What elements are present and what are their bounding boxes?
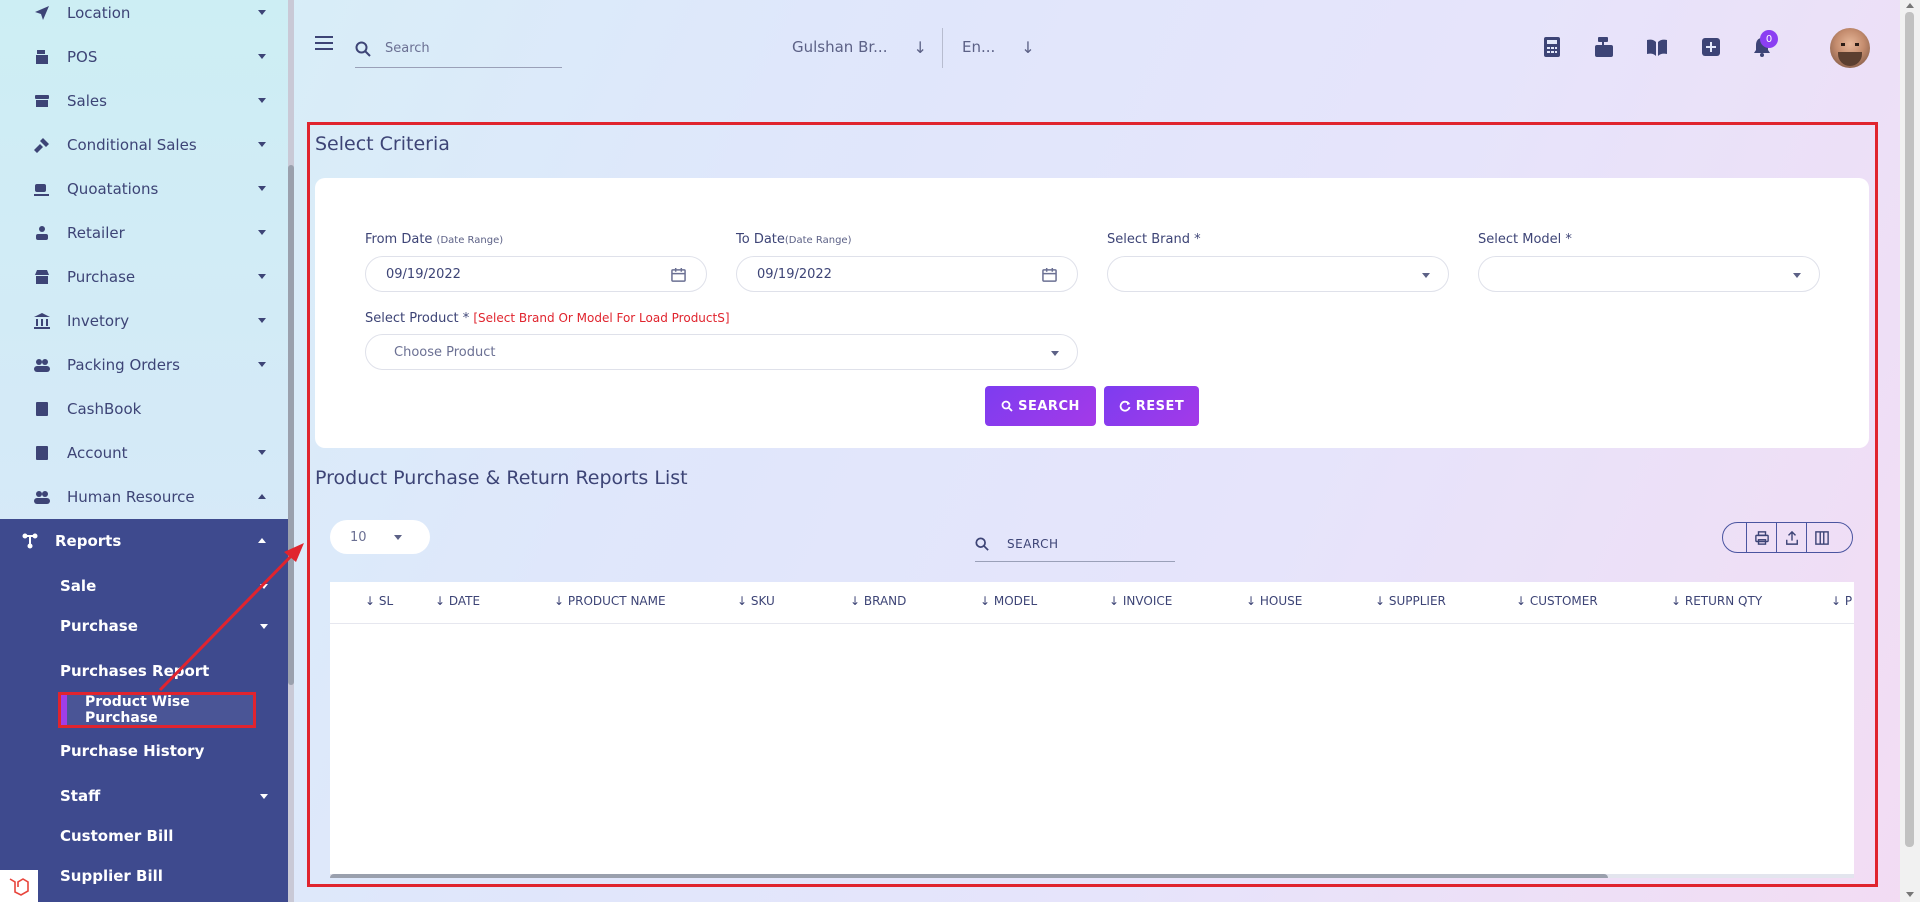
sidebar-item-label: Location [67,4,131,22]
sidebar-item-purchase[interactable]: Purchase [0,255,288,299]
chevron-down-icon [258,274,266,279]
chevron-down-icon [258,362,266,367]
sidebar-subitem-label: Product Wise Purchase [85,694,190,726]
sidebar-item-packing-orders[interactable]: Packing Orders [0,343,288,387]
sidebar-subitem-purchases-report[interactable]: Purchases Report [60,656,209,686]
sidebar-item-label: Retailer [67,224,125,242]
sidebar-item-invetory[interactable]: Invetory [0,299,288,343]
global-search [355,30,562,68]
page-scrollbar[interactable] [1900,0,1920,902]
sidebar-item-account[interactable]: Account [0,431,288,475]
sidebar-item-label: Quoatations [67,180,159,198]
scrollbar-thumb[interactable] [1905,12,1914,847]
chevron-down-icon [260,624,268,629]
sidebar-item-cashbook[interactable]: CashBook [0,387,288,431]
sidebar-item-conditional-sales[interactable]: Conditional Sales [0,123,288,167]
avatar[interactable] [1830,28,1870,68]
chevron-down-icon [258,54,266,59]
sidebar-subitem-label: Sale [60,577,97,595]
sidebar-item-sales[interactable]: Sales [0,79,288,123]
sidebar-subitem-label: Purchase History [60,742,205,760]
search-icon [355,41,371,57]
sidebar-item-label: Human Resource [67,488,195,506]
sidebar-subitem-sale[interactable]: Sale [60,571,268,601]
arrow-down-icon: ↓ [1021,37,1035,57]
users-icon [34,357,50,373]
branch-select-value: Gulshan Br... [792,38,888,56]
chevron-down-icon [258,450,266,455]
chevron-down-icon [258,318,266,323]
branch-select[interactable]: Gulshan Br... ↓ [792,33,927,61]
sitemap-icon [22,533,38,549]
pos-icon [34,49,50,65]
users-icon [34,489,50,505]
chevron-down-icon [258,10,266,15]
arrow-down-icon: ↓ [913,37,927,57]
sidebar: Location POS Sales Conditional Sales Quo… [0,0,290,902]
sidebar-item-label: POS [67,48,98,66]
book-icon [34,401,50,417]
sidebar-subitem-label: Staff [60,787,101,805]
cup-icon [34,181,50,197]
language-select-value: En... [962,38,996,56]
sidebar-subitem-label: Customer Bill [60,827,174,845]
annotation-highlight-box [307,122,1878,887]
chevron-up-icon [258,538,266,543]
scroll-down-icon[interactable] [1906,892,1914,897]
active-indicator [61,695,67,725]
sidebar-subitem-label: Purchase [60,617,138,635]
notification-badge: 0 [1760,30,1778,48]
scrollbar-thumb[interactable] [288,165,294,685]
sidebar-item-label: Purchase [67,268,136,286]
shop-icon [34,269,50,285]
calculator-icon[interactable] [1541,36,1563,58]
bank-icon [34,313,50,329]
sidebar-item-label: Invetory [67,312,130,330]
hammer-icon [34,137,50,153]
sidebar-item-reports[interactable]: Reports [0,519,288,563]
sidebar-item-label: Sales [67,92,107,110]
language-select[interactable]: En... ↓ [962,33,1035,61]
sidebar-item-label: Reports [55,532,122,550]
sidebar-subitem-staff[interactable]: Staff [60,781,268,811]
chevron-up-icon [258,494,266,499]
header-divider [942,28,943,68]
sidebar-subitem-supplier-bill[interactable]: Supplier Bill [60,861,163,891]
plus-square-icon[interactable] [1700,36,1722,58]
menu-toggle-icon[interactable] [315,36,333,50]
sidebar-subitem-purchase[interactable]: Purchase [60,611,268,641]
sidebar-item-retailer[interactable]: Retailer [0,211,288,255]
cash-register-icon[interactable] [1593,36,1615,58]
sidebar-subitem-label: Purchases Report [60,662,210,680]
chevron-down-icon [258,98,266,103]
chevron-down-icon [258,142,266,147]
scroll-up-icon[interactable] [1906,3,1914,8]
retailer-icon [34,225,50,241]
global-search-input[interactable] [385,41,545,56]
sidebar-subitem-product-wise-purchase[interactable]: Product Wise Purchase [58,692,256,728]
laravel-logo-icon [0,870,38,902]
book-open-icon[interactable] [1646,36,1668,58]
store-icon [34,93,50,109]
sidebar-item-location[interactable]: Location [0,0,288,35]
chevron-down-icon [258,186,266,191]
sidebar-subitem-purchase-history[interactable]: Purchase History [60,736,204,766]
sidebar-item-pos[interactable]: POS [0,35,288,79]
sidebar-item-label: Account [67,444,128,462]
sidebar-scrollbar[interactable] [288,0,294,902]
location-arrow-icon [34,5,50,21]
sidebar-subitem-customer-bill[interactable]: Customer Bill [60,821,173,851]
calculator-icon [34,445,50,461]
chevron-down-icon [260,794,268,799]
sidebar-item-human-resource[interactable]: Human Resource [0,475,288,519]
sidebar-item-label: Packing Orders [67,356,180,374]
chevron-down-icon [260,584,268,589]
sidebar-item-quoatations[interactable]: Quoatations [0,167,288,211]
sidebar-item-label: CashBook [67,400,142,418]
sidebar-subitem-label: Supplier Bill [60,867,163,885]
sidebar-item-label: Conditional Sales [67,136,197,154]
chevron-down-icon [258,230,266,235]
